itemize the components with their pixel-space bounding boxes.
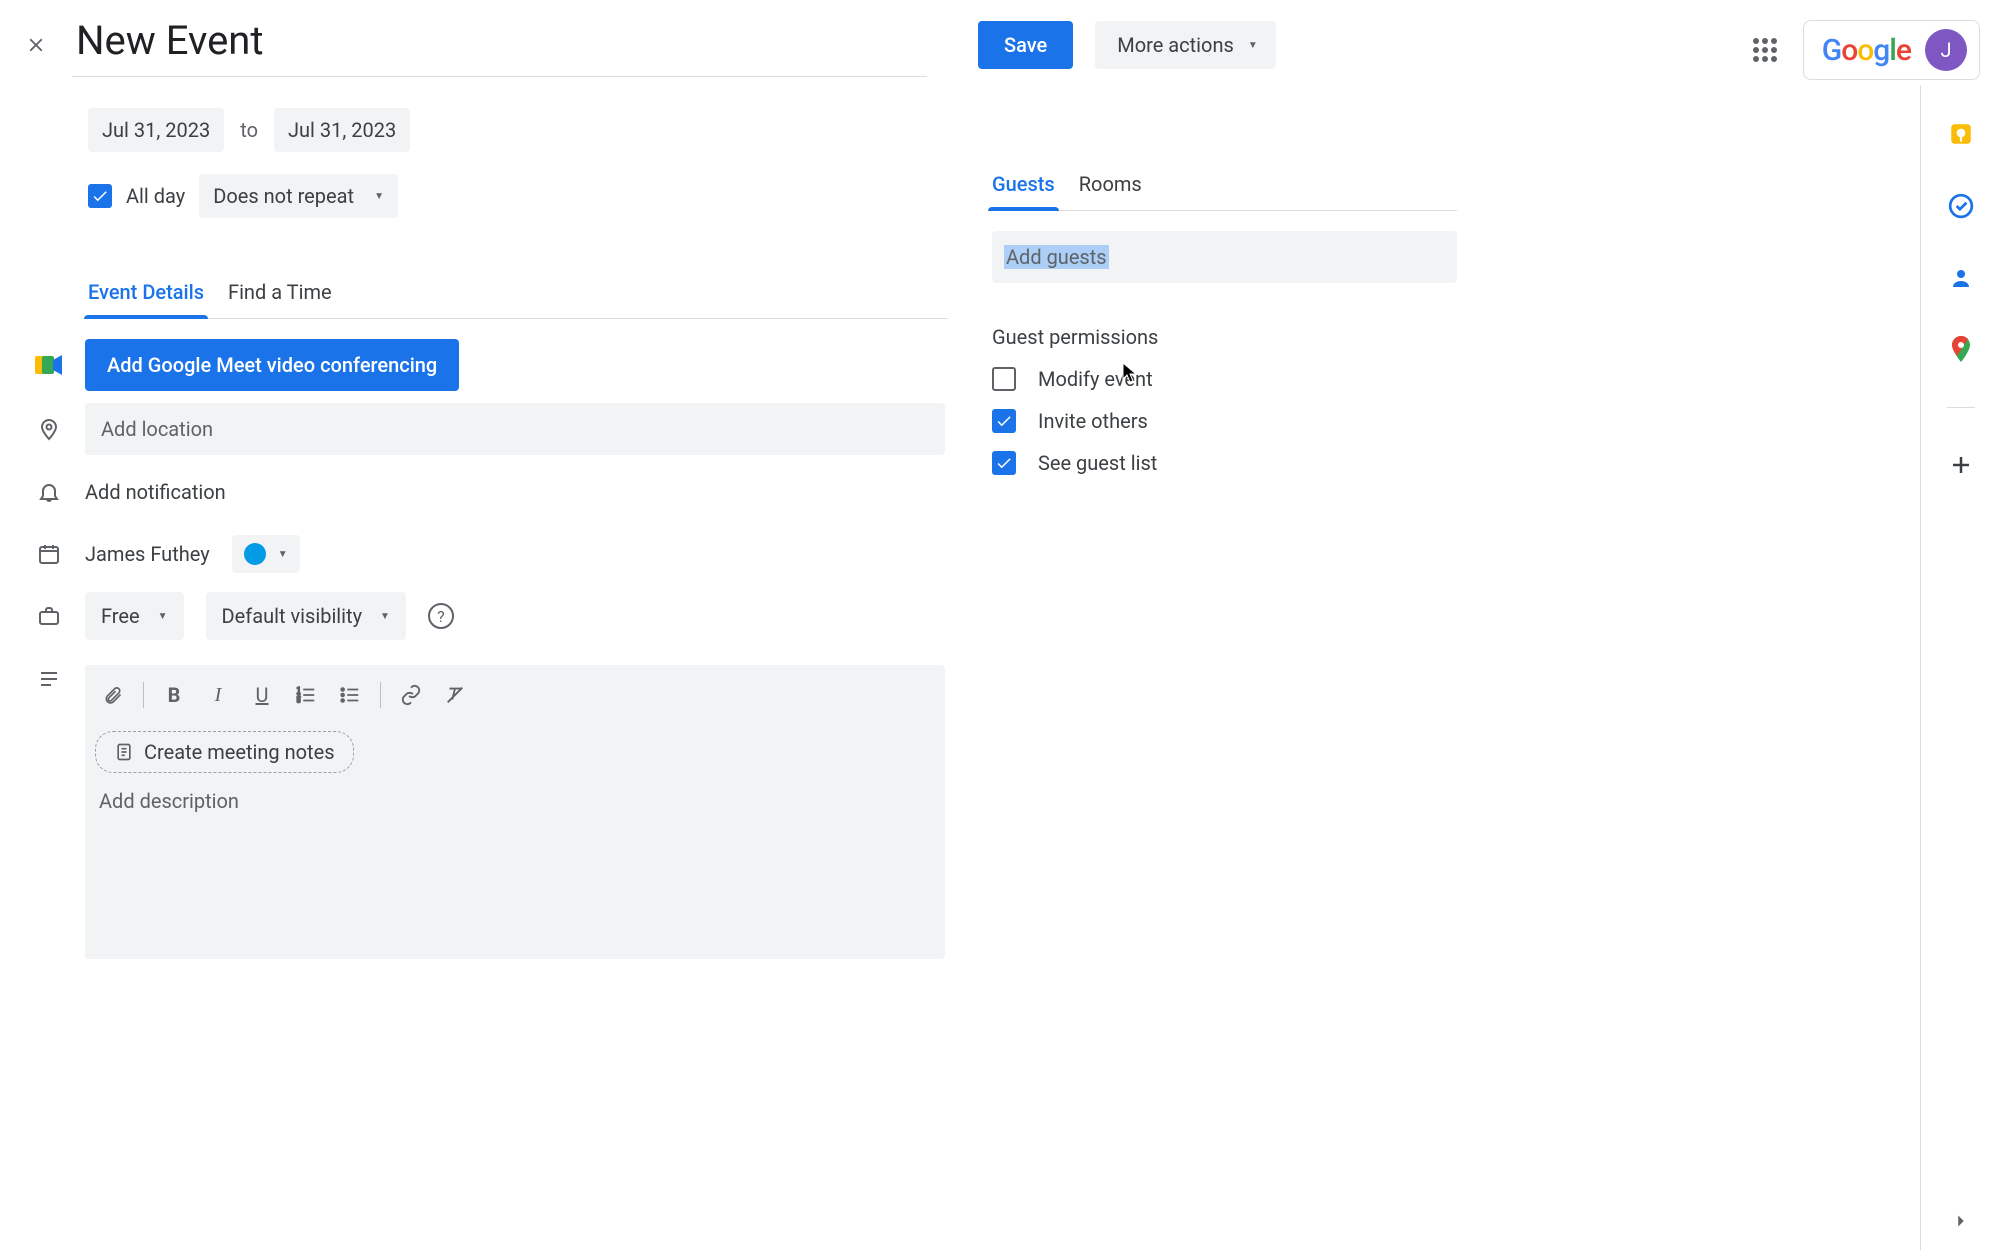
google-logo: Google <box>1822 33 1911 68</box>
docs-icon <box>114 742 134 762</box>
save-button[interactable]: Save <box>978 21 1073 69</box>
avatar[interactable]: J <box>1925 29 1967 71</box>
description-box: B I U 123 <box>85 665 945 959</box>
add-google-meet-button[interactable]: Add Google Meet video conferencing <box>85 339 459 391</box>
perm-modify-label: Modify event <box>1038 367 1153 391</box>
organizer-name: James Futhey <box>85 542 210 566</box>
recurrence-select[interactable]: Does not repeat ▼ <box>199 174 398 218</box>
chevron-down-icon: ▼ <box>278 549 288 560</box>
toolbar-separator <box>143 682 144 708</box>
italic-button[interactable]: I <box>198 675 238 715</box>
date-row: Jul 31, 2023 to Jul 31, 2023 <box>88 108 1900 152</box>
visibility-help-icon[interactable]: ? <box>428 603 454 629</box>
formatting-toolbar: B I U 123 <box>85 665 945 725</box>
more-actions-button[interactable]: More actions ▼ <box>1095 21 1275 69</box>
check-icon <box>91 187 109 205</box>
chevron-down-icon: ▼ <box>380 611 390 622</box>
chevron-down-icon: ▼ <box>1248 40 1258 51</box>
bold-button[interactable]: B <box>154 675 194 715</box>
calendar-icon <box>35 542 63 566</box>
visibility-label: Default visibility <box>222 604 363 628</box>
account-area: Google J <box>1753 20 1980 80</box>
chevron-down-icon: ▼ <box>374 191 384 202</box>
header: Save More actions ▼ <box>0 0 2000 90</box>
tab-guests[interactable]: Guests <box>992 172 1055 210</box>
all-day-label: All day <box>126 184 185 208</box>
tab-find-a-time[interactable]: Find a Time <box>228 280 332 318</box>
event-title-input[interactable] <box>72 13 927 77</box>
perm-invite-checkbox[interactable] <box>992 409 1016 433</box>
close-icon <box>25 34 47 56</box>
bulleted-list-button[interactable] <box>330 675 370 715</box>
start-date-chip[interactable]: Jul 31, 2023 <box>88 108 224 152</box>
perm-seelist-checkbox[interactable] <box>992 451 1016 475</box>
chevron-down-icon: ▼ <box>158 611 168 622</box>
perm-invite-label: Invite others <box>1038 409 1148 433</box>
availability-select[interactable]: Free ▼ <box>85 592 184 640</box>
keep-icon[interactable] <box>1946 119 1976 149</box>
side-panel <box>1920 85 2000 1250</box>
tab-event-details[interactable]: Event Details <box>88 280 204 318</box>
meet-icon <box>35 354 63 376</box>
add-notification-button[interactable]: Add notification <box>85 480 226 504</box>
calendar-color-select[interactable]: ▼ <box>232 535 300 573</box>
add-addon-button[interactable] <box>1946 450 1976 480</box>
more-actions-label: More actions <box>1117 33 1234 57</box>
all-day-checkbox[interactable] <box>88 184 112 208</box>
maps-icon[interactable] <box>1946 335 1976 365</box>
recurrence-label: Does not repeat <box>213 184 354 208</box>
close-button[interactable] <box>0 0 72 90</box>
location-input[interactable] <box>85 403 945 455</box>
tab-rooms[interactable]: Rooms <box>1079 172 1142 210</box>
details-tabs: Event Details Find a Time <box>88 280 948 319</box>
create-meeting-notes-button[interactable]: Create meeting notes <box>95 731 354 773</box>
attach-file-button[interactable] <box>93 675 133 715</box>
add-guests-input[interactable]: Add guests <box>992 231 1457 283</box>
check-icon <box>995 454 1013 472</box>
briefcase-icon <box>35 604 63 628</box>
underline-button[interactable]: U <box>242 675 282 715</box>
google-apps-icon[interactable] <box>1753 38 1777 62</box>
description-icon <box>35 667 63 691</box>
create-meeting-notes-label: Create meeting notes <box>144 740 335 764</box>
numbered-list-button[interactable]: 123 <box>286 675 326 715</box>
toolbar-separator <box>380 682 381 708</box>
side-panel-collapse-button[interactable] <box>1921 1210 2000 1232</box>
svg-text:3: 3 <box>297 696 301 704</box>
google-account-box[interactable]: Google J <box>1803 20 1980 80</box>
notification-icon <box>35 480 63 504</box>
clear-formatting-button[interactable] <box>435 675 475 715</box>
side-panel-divider <box>1947 407 1975 408</box>
perm-modify-checkbox[interactable] <box>992 367 1016 391</box>
location-icon <box>35 417 63 441</box>
guest-permissions-title: Guest permissions <box>992 325 1457 349</box>
visibility-select[interactable]: Default visibility ▼ <box>206 592 406 640</box>
description-input[interactable]: Add description <box>85 773 945 829</box>
color-dot-icon <box>244 543 266 565</box>
guests-tabs: Guests Rooms <box>992 172 1457 211</box>
to-label: to <box>238 118 260 142</box>
availability-label: Free <box>101 604 140 628</box>
insert-link-button[interactable] <box>391 675 431 715</box>
contacts-icon[interactable] <box>1946 263 1976 293</box>
guests-column: Guests Rooms Add guests Guest permission… <box>992 172 1457 475</box>
check-icon <box>995 412 1013 430</box>
end-date-chip[interactable]: Jul 31, 2023 <box>274 108 410 152</box>
perm-seelist-label: See guest list <box>1038 451 1157 475</box>
tasks-icon[interactable] <box>1946 191 1976 221</box>
event-details: Add Google Meet video conferencing Add n… <box>88 339 988 959</box>
add-guests-placeholder: Add guests <box>1004 245 1109 269</box>
